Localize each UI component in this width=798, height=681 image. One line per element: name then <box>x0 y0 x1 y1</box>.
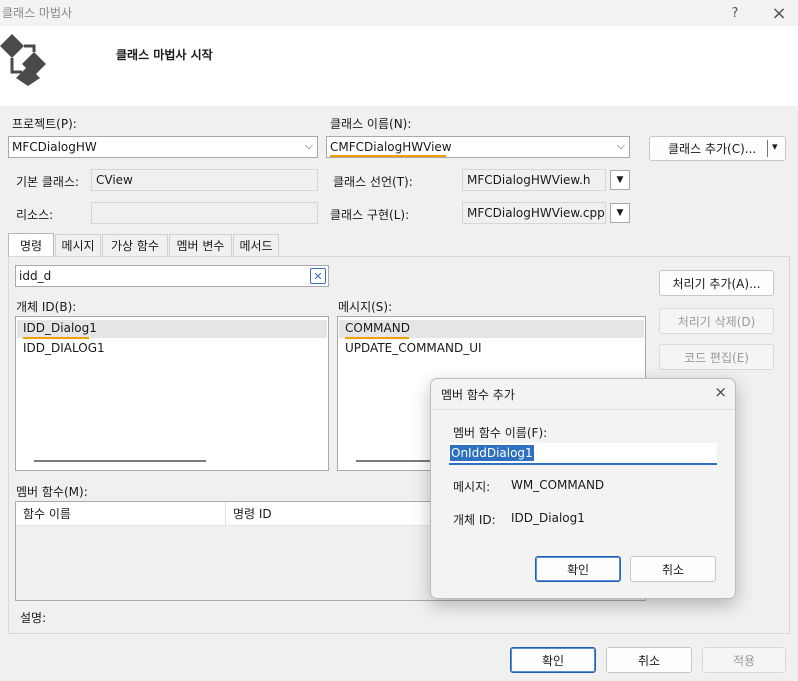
member-functions-label: 멤버 함수(M): <box>16 485 88 499</box>
dialog-message-value: WM_COMMAND <box>511 478 605 492</box>
tab-member-variables[interactable]: 멤버 변수 <box>169 234 232 256</box>
tab-commands[interactable]: 명령 <box>8 233 54 257</box>
project-combo[interactable]: MFCDialogHW ⌵ <box>8 136 318 158</box>
horizontal-scrollbar[interactable] <box>34 460 206 462</box>
class-decl-field: MFCDialogHWView.h <box>462 169 606 191</box>
clear-search-icon[interactable]: ✕ <box>310 268 326 284</box>
banner-heading: 클래스 마법사 시작 <box>116 48 213 62</box>
dialog-object-value: IDD_Dialog1 <box>511 511 585 525</box>
search-input[interactable]: idd_d ✕ <box>15 265 329 287</box>
base-class-value: CView <box>96 173 133 187</box>
function-name-value: OnIddDialog1 <box>450 445 534 461</box>
class-decl-dropdown[interactable]: ▼ <box>610 170 630 190</box>
ok-button[interactable]: 확인 <box>510 647 596 673</box>
message-underline <box>345 337 409 339</box>
project-label: 프로젝트(P): <box>12 117 77 131</box>
object-id-underline <box>23 337 89 339</box>
close-button[interactable]: × <box>762 0 796 26</box>
base-class-field: CView <box>91 169 318 191</box>
function-name-input[interactable]: OnIddDialog1 <box>449 443 717 465</box>
title-bar: 클래스 마법사 ? × <box>0 0 798 26</box>
search-value: idd_d <box>19 269 52 283</box>
horizontal-scrollbar[interactable] <box>356 460 436 462</box>
dropdown-arrow-icon[interactable]: ▾ <box>772 140 778 153</box>
class-impl-value: MFCDialogHWView.cpp <box>467 206 605 220</box>
header-banner: 클래스 마법사 시작 <box>0 26 798 106</box>
object-id-item[interactable]: IDD_Dialog1 <box>23 321 97 335</box>
split-divider <box>767 140 768 157</box>
window-title: 클래스 마법사 <box>2 6 73 20</box>
add-class-button[interactable]: 클래스 추가(C)... ▾ <box>649 136 786 161</box>
tab-virtual-functions[interactable]: 가상 함수 <box>102 234 168 256</box>
cancel-button[interactable]: 취소 <box>606 647 692 673</box>
class-wizard-icon <box>0 34 46 86</box>
class-impl-dropdown[interactable]: ▼ <box>610 203 630 223</box>
message-item[interactable]: UPDATE_COMMAND_UI <box>345 341 482 355</box>
add-class-label: 클래스 추가(C)... <box>668 142 757 156</box>
class-name-label: 클래스 이름(N): <box>330 117 412 131</box>
project-value: MFCDialogHW <box>12 140 97 154</box>
class-name-underline <box>330 155 446 157</box>
dialog-object-label: 개체 ID: <box>453 513 496 527</box>
apply-button[interactable]: 적용 <box>702 647 786 673</box>
class-impl-label: 클래스 구현(L): <box>330 208 410 222</box>
base-class-label: 기본 클래스: <box>16 175 80 189</box>
class-impl-field: MFCDialogHWView.cpp <box>462 202 606 224</box>
add-member-function-dialog: 멤버 함수 추가 × 멤버 함수 이름(F): OnIddDialog1 메시지… <box>430 378 736 599</box>
class-name-value: CMFCDialogHWView <box>330 140 452 154</box>
message-item[interactable]: COMMAND <box>345 321 410 335</box>
dialog-ok-button[interactable]: 확인 <box>535 556 621 582</box>
dialog-title: 멤버 함수 추가 <box>441 388 515 402</box>
tab-messages[interactable]: 메시지 <box>55 234 101 256</box>
object-id-item[interactable]: IDD_DIALOG1 <box>23 341 105 355</box>
dialog-close-icon[interactable]: × <box>714 383 727 401</box>
delete-handler-button[interactable]: 처리기 삭제(D) <box>659 308 774 334</box>
dialog-divider <box>431 409 735 410</box>
tab-methods[interactable]: 메서드 <box>233 234 279 256</box>
function-name-label: 멤버 함수 이름(F): <box>453 426 548 440</box>
object-ids-label: 개체 ID(B): <box>16 300 77 314</box>
edit-code-button[interactable]: 코드 편집(E) <box>659 344 774 370</box>
dialog-cancel-button[interactable]: 취소 <box>630 556 716 582</box>
object-ids-list[interactable]: IDD_Dialog1 IDD_DIALOG1 <box>15 316 329 471</box>
dialog-message-label: 메시지: <box>453 480 491 494</box>
class-decl-value: MFCDialogHWView.h <box>467 173 591 187</box>
chevron-down-icon: ⌵ <box>616 139 625 152</box>
help-button[interactable]: ? <box>718 0 752 26</box>
class-decl-label: 클래스 선언(T): <box>333 175 413 189</box>
resource-label: 리소스: <box>16 208 54 222</box>
add-handler-button[interactable]: 처리기 추가(A)... <box>659 270 774 296</box>
column-header-function-name[interactable]: 함수 이름 <box>16 502 226 526</box>
description-label: 설명: <box>20 611 47 625</box>
resource-field <box>91 202 318 224</box>
messages-label: 메시지(S): <box>338 300 393 314</box>
chevron-down-icon: ⌵ <box>304 139 313 152</box>
